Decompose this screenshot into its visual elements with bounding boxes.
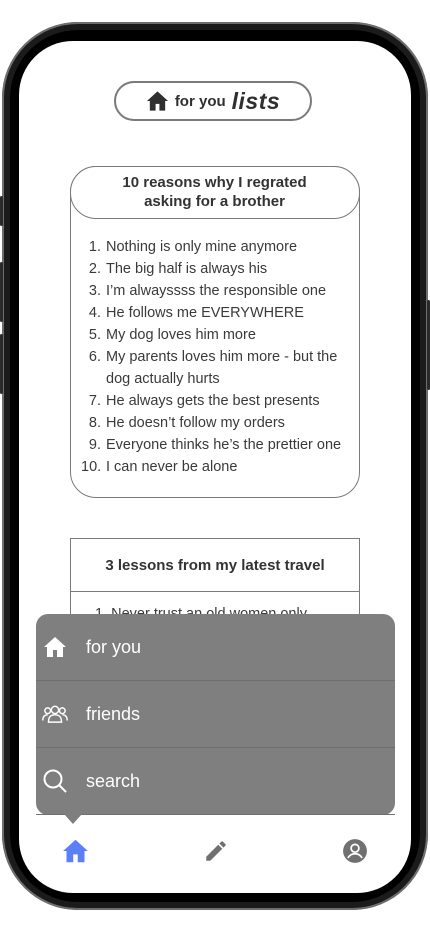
list-item: 10. I can never be alone — [81, 459, 238, 475]
home-icon — [62, 839, 88, 863]
phone-volume-down — [0, 334, 3, 394]
friends-icon — [42, 701, 68, 727]
list-card[interactable]: 10 reasons why I regrated asking for a b… — [69, 165, 363, 498]
app-screen: for you lists 10 reasons why I regrated … — [19, 41, 411, 893]
tab-profile[interactable] — [341, 837, 369, 865]
list-item: 3. I’m alwayssss the responsible one — [88, 283, 327, 299]
list-item: 9. Everyone thinks he’s the prettier one — [88, 437, 342, 453]
list-items: 1. Nothing is only mine anymore 2. The big… — [81, 236, 363, 478]
bottom-tab-bar — [19, 833, 411, 873]
list-item: 5. My dog loves him more — [88, 327, 256, 343]
page-title: for you lists — [114, 81, 312, 121]
list-card-title: 3 lessons from my latest travel — [71, 539, 359, 592]
list-item: 2. The big half is always his — [88, 261, 268, 277]
search-icon — [42, 768, 68, 794]
pencil-icon — [206, 841, 226, 861]
nav-popup-menu: for you friends search — [36, 614, 395, 824]
title-prefix: for you — [174, 92, 226, 110]
menu-item-label: search — [86, 770, 141, 791]
tab-write[interactable] — [202, 837, 230, 865]
home-icon — [42, 634, 68, 660]
list-item: 6. My parents loves him more - but the do… — [88, 349, 338, 387]
list-item: 4. He follows me EVERYWHERE — [88, 305, 304, 321]
tab-home[interactable] — [61, 837, 89, 865]
list-item: 8. He doesn’t follow my orders — [88, 415, 285, 431]
title-text: lists — [231, 87, 281, 114]
menu-item-for-you[interactable]: for you — [36, 614, 395, 681]
phone-volume-up — [0, 262, 3, 322]
menu-item-friends[interactable]: friends — [36, 681, 395, 748]
list-item: 1. Nothing is only mine anymore — [88, 239, 298, 255]
menu-item-search[interactable]: search — [36, 748, 395, 815]
list-item: 7. He always gets the best presents — [88, 393, 320, 409]
menu-pointer — [64, 814, 82, 824]
profile-icon — [343, 839, 367, 863]
menu-item-label: for you — [86, 636, 142, 657]
home-icon — [146, 90, 169, 112]
list-card-title: 10 reasons why I regrated asking for a b… — [69, 165, 360, 219]
phone-side-button — [0, 196, 3, 226]
menu-item-label: friends — [86, 703, 141, 724]
